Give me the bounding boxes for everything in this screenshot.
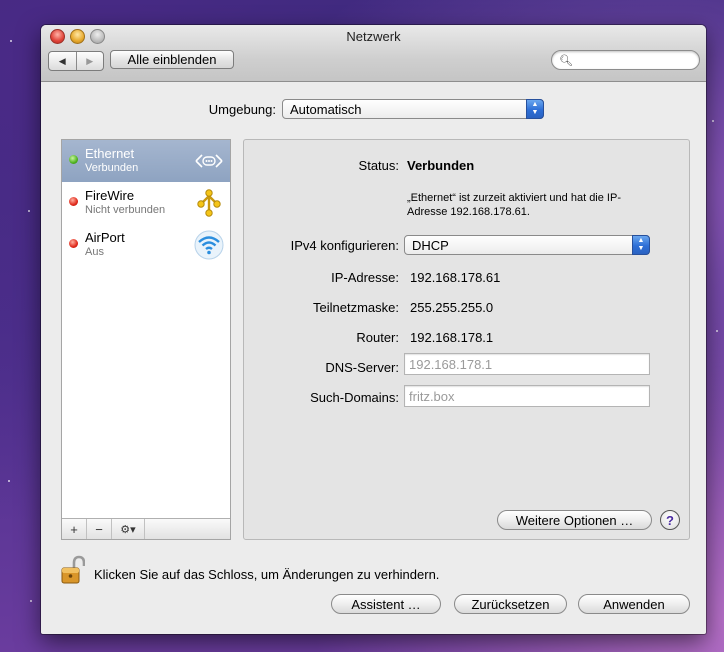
revert-button[interactable]: Zurücksetzen [454,594,567,614]
service-name: FireWire [85,188,135,203]
status-description-line1: „Ethernet“ ist zurzeit aktiviert und hat… [407,192,621,204]
popup-arrows-icon: ▲ ▼ [526,99,544,119]
window-title: Netzwerk [346,29,401,44]
subnet-mask-label: Teilnetzmaske: [313,300,399,315]
magnifier-icon: 🔍︎ [559,55,573,67]
status-dot-red-icon [69,239,78,248]
forward-button[interactable]: ▶ [75,52,104,70]
popup-arrows-icon: ▲ ▼ [632,235,650,255]
search-field[interactable]: 🔍︎ [551,50,700,70]
service-name: Ethernet [85,146,135,161]
back-button[interactable]: ◀ [49,52,76,70]
advanced-options-button[interactable]: Weitere Optionen … [497,510,652,530]
service-item-airport[interactable]: AirPort Aus [62,224,230,266]
service-list: Ethernet Verbunden FireWire Nicht verbun… [61,139,231,540]
network-preferences-window: Netzwerk ◀ ▶ Alle einblenden 🔍︎ Umgebung… [41,25,706,634]
ipv4-configure-value: DHCP [412,237,449,253]
desktop-star [716,330,718,332]
router-label: Router: [356,330,399,345]
dns-server-field[interactable]: 192.168.178.1 [404,353,650,375]
lock-hint-text: Klicken Sie auf das Schloss, um Änderung… [94,567,440,582]
search-domains-field[interactable]: fritz.box [404,385,650,407]
ip-address-label: IP-Adresse: [331,270,399,285]
ipv4-configure-label: IPv4 konfigurieren: [290,238,399,253]
airport-icon [194,230,224,260]
router-value: 192.168.178.1 [410,330,494,345]
subnet-mask-value: 255.255.255.0 [410,300,494,315]
ethernet-icon [195,154,223,168]
show-all-button[interactable]: Alle einblenden [110,50,234,69]
gear-menu-button[interactable]: ⚙▾ [112,519,145,539]
window-toolbar: Netzwerk ◀ ▶ Alle einblenden 🔍︎ [41,25,706,82]
service-status: Aus [85,246,104,258]
desktop-star [712,120,714,122]
status-value: Verbunden [407,158,475,173]
lock-icon[interactable] [61,555,85,585]
service-status: Nicht verbunden [85,204,166,216]
service-item-ethernet[interactable]: Ethernet Verbunden [62,140,230,182]
dns-server-label: DNS-Server: [325,360,399,375]
apply-button[interactable]: Anwenden [578,594,690,614]
service-item-firewire[interactable]: FireWire Nicht verbunden [62,182,230,224]
help-button[interactable]: ? [660,510,680,530]
location-popup-value: Automatisch [290,101,362,117]
search-domains-label: Such-Domains: [310,390,399,405]
add-service-button[interactable]: + [62,519,87,539]
desktop-star [10,40,12,42]
status-dot-red-icon [69,197,78,206]
location-label: Umgebung: [208,102,276,117]
back-forward-control: ◀ ▶ [48,51,104,71]
location-popup[interactable]: Automatisch ▲ ▼ [282,99,544,119]
service-status: Verbunden [85,162,139,174]
service-list-toolbar: + − ⚙▾ [62,518,230,539]
desktop-star [28,210,30,212]
ip-address-value: 192.168.178.61 [410,270,501,285]
status-description-line2: Adresse 192.168.178.61. [407,206,530,218]
status-dot-green-icon [69,155,78,164]
service-detail-panel: Status: Verbunden „Ethernet“ ist zurzeit… [243,139,690,540]
status-label: Status: [358,158,399,173]
service-name: AirPort [85,230,125,245]
remove-service-button[interactable]: − [87,519,112,539]
firewire-icon [197,189,221,217]
ipv4-configure-popup[interactable]: DHCP ▲ ▼ [404,235,650,255]
desktop-star [30,600,32,602]
assistant-button[interactable]: Assistent … [331,594,441,614]
desktop-star [8,480,10,482]
